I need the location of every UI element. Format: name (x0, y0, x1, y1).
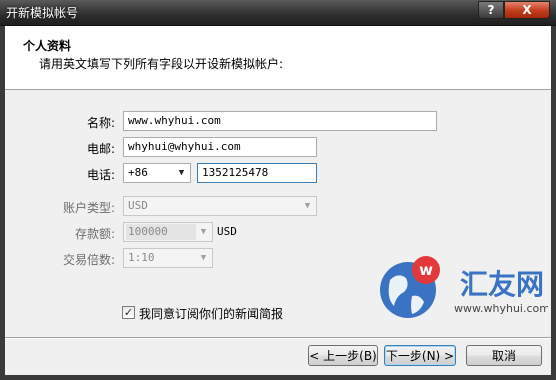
leverage-value: 1:10 (128, 251, 155, 264)
name-input[interactable]: www.whyhui.com (123, 111, 437, 131)
window-title: 开新模拟帐号 (6, 6, 79, 20)
page-subtitle: 请用英文填写下列所有字段以开设新模拟帐户: (39, 57, 284, 71)
email-input[interactable]: whyhui@whyhui.com (123, 137, 317, 157)
newsletter-checkbox[interactable]: ✓ (122, 306, 135, 319)
deposit-label: 存款额: (74, 227, 115, 241)
account-type-value: USD (128, 199, 148, 212)
help-icon: ? (487, 3, 495, 17)
deposit-unit: USD (217, 225, 237, 238)
watermark-logo: w 汇友网 www.whyhui.com (380, 256, 548, 318)
logo-letter: w (419, 261, 433, 279)
chevron-down-icon: ▼ (304, 201, 311, 211)
account-type-label: 账户类型: (62, 201, 115, 215)
country-code-value: +86 (128, 166, 148, 179)
chevron-down-icon: ▼ (200, 253, 207, 263)
leverage-label: 交易倍数: (62, 253, 115, 267)
deposit-value: 100000 (126, 224, 196, 240)
cancel-button[interactable]: 取消 (466, 345, 542, 366)
email-label: 电邮: (86, 142, 115, 156)
watermark-url: www.whyhui.com (454, 302, 548, 315)
phone-number-input[interactable]: 1352125478 (197, 163, 317, 183)
leverage-select[interactable]: 1:10 ▼ (123, 248, 213, 268)
chevron-down-icon: ▼ (200, 227, 207, 237)
next-button[interactable]: 下一步(N) > (384, 345, 456, 366)
newsletter-label: 我同意订阅你们的新闻简报 (139, 307, 284, 321)
close-icon: X (522, 3, 532, 17)
phone-label: 电话: (86, 168, 115, 182)
chevron-down-icon: ▼ (178, 168, 185, 178)
back-button[interactable]: < 上一步(B) (308, 345, 378, 366)
deposit-select[interactable]: 100000 ▼ (123, 222, 213, 242)
title-bar: 开新模拟帐号 ? X (0, 0, 556, 26)
footer-divider (5, 337, 551, 339)
page-title: 个人资料 (23, 39, 72, 53)
close-button[interactable]: X (504, 1, 550, 19)
watermark-brand: 汇友网 (460, 268, 544, 301)
wizard-header: 个人资料 请用英文填写下列所有字段以开设新模拟帐户: (5, 26, 551, 90)
name-label: 名称: (86, 116, 115, 130)
help-button[interactable]: ? (478, 1, 504, 19)
account-type-select[interactable]: USD ▼ (123, 196, 317, 216)
country-code-select[interactable]: +86 ▼ (123, 163, 191, 183)
